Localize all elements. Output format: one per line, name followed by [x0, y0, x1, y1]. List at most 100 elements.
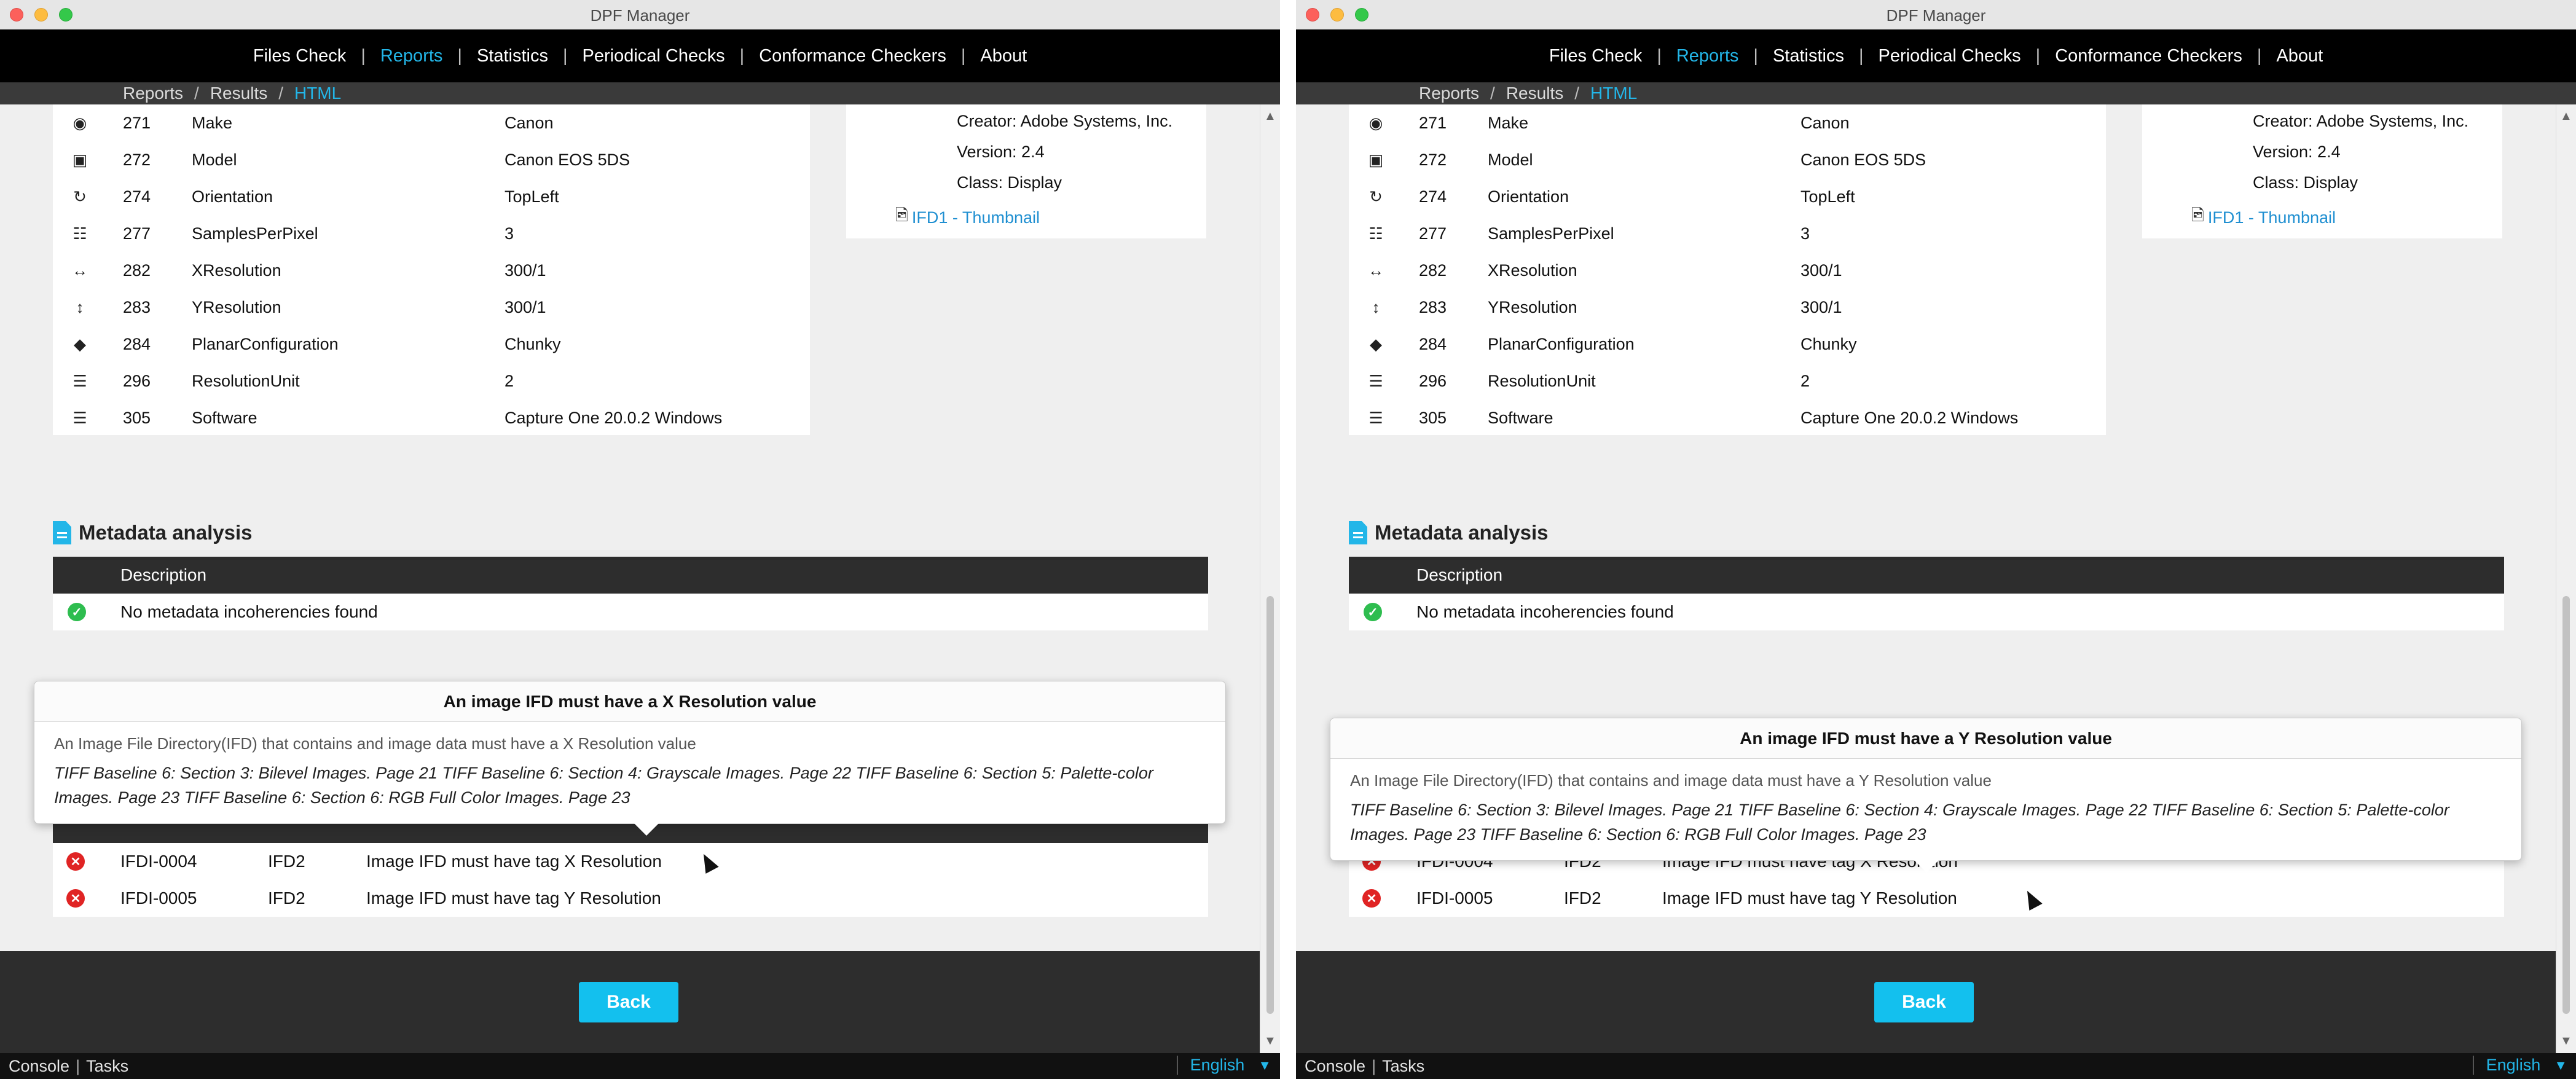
tag-value: 2 [505, 371, 514, 390]
tag-row: ☰ 305 Software Capture One 20.0.2 Window… [53, 399, 810, 436]
nav-item-conformance-checkers[interactable]: Conformance Checkers [2054, 46, 2244, 66]
tag-id: 272 [123, 150, 151, 169]
tasks-tab[interactable]: Tasks [1382, 1057, 1424, 1076]
table-row[interactable]: ✕ IFDI-0004 IFD2 Image IFD must have tag… [53, 843, 1208, 880]
error-table-header [53, 822, 1208, 843]
title-bar: DPF Manager [0, 0, 1280, 29]
report-content: ◉ 271 Make Canon ▣ 272 Model Canon EOS 5… [1296, 104, 2556, 951]
tag-value: 3 [1800, 224, 1810, 243]
tag-name: YResolution [192, 297, 281, 316]
tag-id: 274 [123, 187, 151, 206]
scrollbar-thumb[interactable] [2562, 596, 2570, 1014]
title-bar: DPF Manager [1296, 0, 2576, 29]
metadata-result: No metadata incoherencies found [1416, 602, 1674, 621]
scroll-down-icon[interactable]: ▼ [1264, 1034, 1276, 1048]
ifd-thumbnail-link[interactable]: 🖻 IFD1 - Thumbnail [895, 204, 1040, 231]
error-description[interactable]: Image IFD must have tag Y Resolution [366, 889, 661, 908]
language-select[interactable]: English ▼ [2472, 1056, 2567, 1075]
tag-name: XResolution [192, 261, 281, 280]
language-value[interactable]: English [1190, 1056, 1245, 1075]
check-icon: ✓ [1364, 603, 1382, 621]
error-description[interactable]: Image IFD must have tag X Resolution [366, 852, 662, 871]
tag-id: 284 [1419, 334, 1447, 353]
nav-item-files-check[interactable]: Files Check [252, 46, 348, 66]
ifd-thumbnail-label[interactable]: IFD1 - Thumbnail [2208, 208, 2336, 227]
console-tab[interactable]: Console [1305, 1057, 1365, 1076]
tooltip-description: An Image File Directory(IFD) that contai… [1350, 771, 1992, 790]
breadcrumb-item-html[interactable]: HTML [294, 84, 341, 103]
tag-row: ☷ 277 SamplesPerPixel 3 [1349, 215, 2106, 252]
tag-row: ☷ 277 SamplesPerPixel 3 [53, 215, 810, 252]
list-icon: ☰ [1368, 408, 1383, 427]
window-title: DPF Manager [1886, 6, 1986, 25]
tag-id: 272 [1419, 150, 1447, 169]
footer: Back [1296, 951, 2576, 1053]
console-tab[interactable]: Console [9, 1057, 69, 1076]
tag-table: ◉ 271 Make Canon ▣ 272 Model Canon EOS 5… [53, 104, 810, 435]
error-description[interactable]: Image IFD must have tag Y Resolution [1662, 889, 1957, 908]
nav-item-files-check[interactable]: Files Check [1548, 46, 1644, 66]
nav-item-statistics[interactable]: Statistics [1772, 46, 1845, 66]
image-file-icon: 🖻 [2191, 206, 2204, 224]
metadata-table: Description ✓ No metadata incoherencies … [1349, 557, 2504, 630]
language-value[interactable]: English [2486, 1056, 2541, 1075]
tag-name: XResolution [1488, 261, 1577, 280]
nav-item-periodical-checks[interactable]: Periodical Checks [1877, 46, 2022, 66]
back-button[interactable]: Back [1874, 982, 1974, 1022]
table-row[interactable]: ✕ IFDI-0005 IFD2 Image IFD must have tag… [1349, 880, 2504, 917]
tag-name: PlanarConfiguration [192, 334, 339, 353]
nav-item-conformance-checkers[interactable]: Conformance Checkers [758, 46, 948, 66]
table-row[interactable]: ✕ IFDI-0005 IFD2 Image IFD must have tag… [53, 880, 1208, 917]
scroll-up-icon[interactable]: ▲ [1264, 109, 1276, 124]
tag-id: 296 [123, 371, 151, 390]
status-bar: Console | Tasks English ▼ [0, 1053, 1280, 1079]
tag-name: Software [192, 408, 257, 427]
language-select[interactable]: English ▼ [1176, 1056, 1271, 1075]
tag-name: Software [1488, 408, 1553, 427]
status-separator: | [76, 1057, 80, 1075]
tag-row: ↕ 283 YResolution 300/1 [1349, 289, 2106, 326]
breadcrumb-item-reports[interactable]: Reports [123, 84, 183, 103]
nav-item-statistics[interactable]: Statistics [476, 46, 549, 66]
vertical-arrows-icon: ↕ [1372, 297, 1380, 316]
nav-item-reports[interactable]: Reports [379, 46, 444, 66]
nav-separator: | [2256, 45, 2262, 66]
breadcrumb-item-html[interactable]: HTML [1590, 84, 1637, 103]
breadcrumb-item-results[interactable]: Results [210, 84, 267, 103]
chevron-down-icon[interactable]: ▼ [1258, 1057, 1271, 1073]
tag-value: 300/1 [1800, 297, 1842, 316]
metadata-analysis-title: Metadata analysis [1349, 521, 1548, 544]
rotate-icon: ↻ [1369, 187, 1383, 206]
nav-item-about[interactable]: About [979, 46, 1028, 66]
tag-name: Orientation [192, 187, 273, 206]
ifd-thumbnail-link[interactable]: 🖻 IFD1 - Thumbnail [2191, 204, 2336, 231]
tag-name: Make [1488, 113, 1529, 132]
tag-id: 282 [123, 261, 151, 280]
breadcrumb-item-results[interactable]: Results [1506, 84, 1563, 103]
window-title: DPF Manager [590, 6, 690, 25]
scrollbar-thumb[interactable] [1266, 596, 1274, 1014]
tooltip-description: An Image File Directory(IFD) that contai… [54, 734, 696, 753]
tag-row: ◉ 271 Make Canon [53, 104, 810, 141]
tag-name: SamplesPerPixel [192, 224, 318, 243]
tasks-tab[interactable]: Tasks [86, 1057, 128, 1076]
nav-item-reports[interactable]: Reports [1675, 46, 1740, 66]
ifd-info-line: Version: 2.4 [957, 143, 1045, 161]
tag-id: 284 [123, 334, 151, 353]
breadcrumb-item-reports[interactable]: Reports [1419, 84, 1479, 103]
vertical-scrollbar[interactable]: ▲ ▼ [1260, 104, 1280, 1053]
rotate-icon: ↻ [73, 187, 87, 206]
back-button[interactable]: Back [579, 982, 678, 1022]
scroll-up-icon[interactable]: ▲ [2560, 109, 2572, 124]
ifd-info-line: Creator: Adobe Systems, Inc. [957, 112, 1173, 130]
nav-item-about[interactable]: About [2275, 46, 2324, 66]
scroll-down-icon[interactable]: ▼ [2560, 1034, 2572, 1048]
ifd-thumbnail-label[interactable]: IFD1 - Thumbnail [912, 208, 1040, 227]
breadcrumb-separator: / [1574, 84, 1579, 103]
tooltip-arrow [1914, 860, 1939, 873]
nav-item-periodical-checks[interactable]: Periodical Checks [581, 46, 726, 66]
chevron-down-icon[interactable]: ▼ [2554, 1057, 2567, 1073]
tooltip-reference: TIFF Baseline 6: Section 3: Bilevel Imag… [1350, 801, 2449, 844]
vertical-scrollbar[interactable]: ▲ ▼ [2556, 104, 2576, 1053]
status-bar: Console | Tasks English ▼ [1296, 1053, 2576, 1079]
